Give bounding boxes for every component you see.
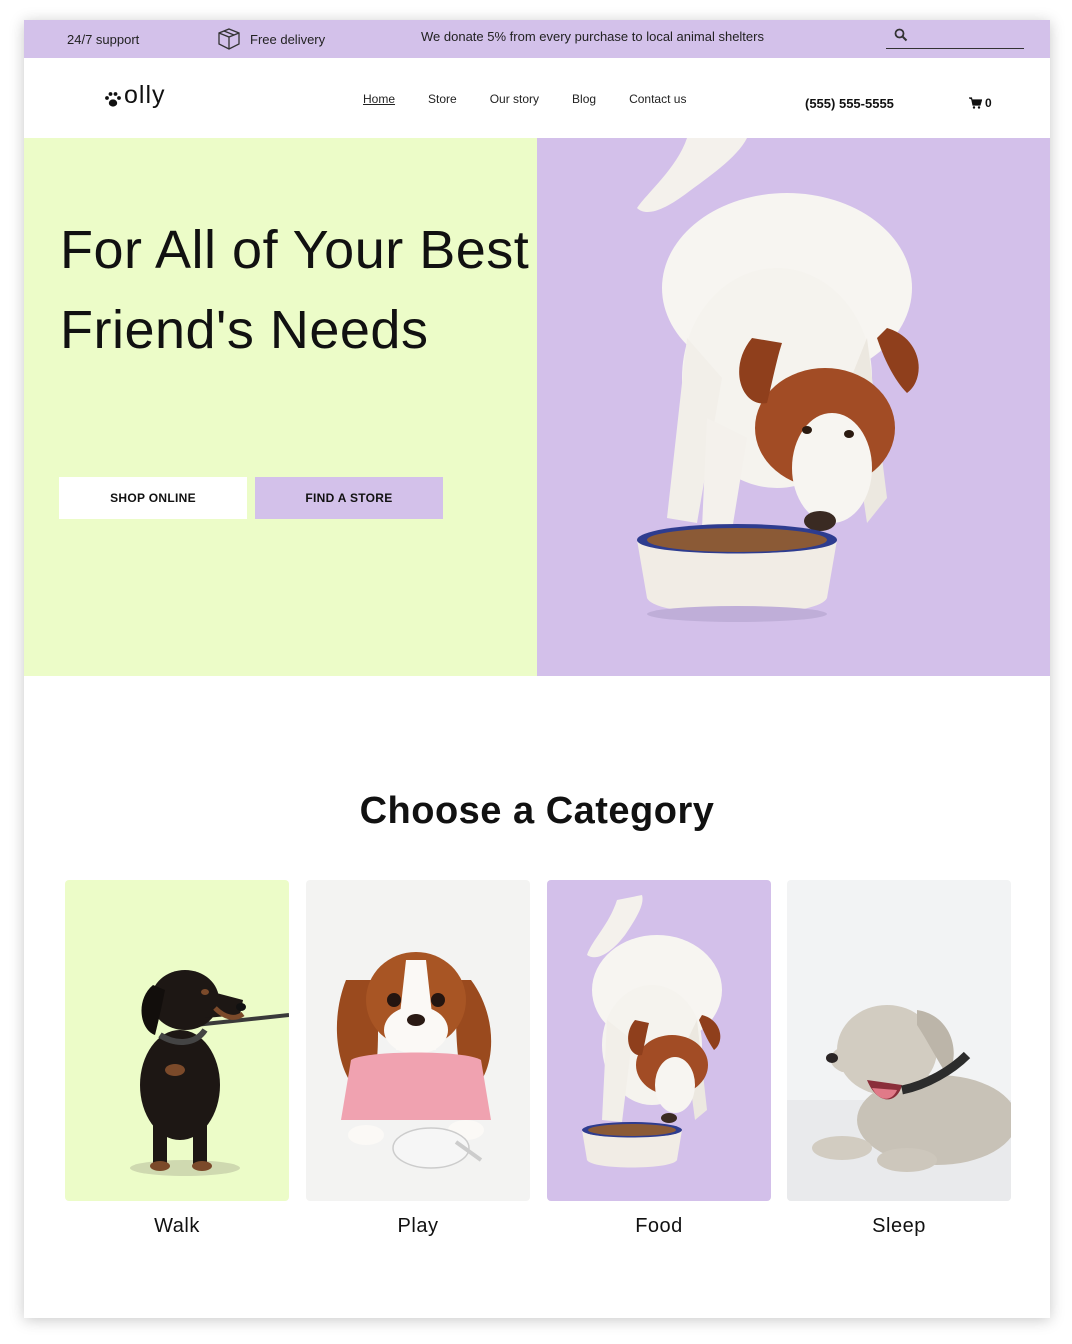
logo-text: olly bbox=[124, 81, 166, 109]
category-image-sleep[interactable] bbox=[787, 880, 1011, 1201]
category-label-food[interactable]: Food bbox=[547, 1215, 771, 1238]
category-image-play[interactable] bbox=[306, 880, 530, 1201]
nav-store[interactable]: Store bbox=[428, 92, 457, 106]
category-section-title: Choose a Category bbox=[359, 790, 715, 832]
cart-button[interactable]: 0 bbox=[969, 96, 992, 110]
hero-image bbox=[537, 138, 1050, 676]
category-card-sleep[interactable]: Sleep bbox=[787, 880, 1011, 1238]
delivery-info: Free delivery bbox=[216, 27, 325, 51]
cart-count: 0 bbox=[985, 96, 992, 110]
category-label-walk[interactable]: Walk bbox=[65, 1215, 289, 1238]
logo[interactable]: olly bbox=[102, 80, 166, 110]
category-label-sleep[interactable]: Sleep bbox=[787, 1215, 1011, 1238]
announcement-bar: 24/7 support Free delivery We donate 5% … bbox=[24, 20, 1050, 58]
nav-contact-us[interactable]: Contact us bbox=[629, 92, 686, 106]
donation-notice: We donate 5% from every purchase to loca… bbox=[421, 29, 764, 44]
search-box[interactable] bbox=[886, 26, 1024, 49]
cart-icon bbox=[969, 97, 982, 109]
category-image-walk[interactable] bbox=[65, 880, 289, 1201]
category-card-food[interactable]: Food bbox=[547, 880, 771, 1238]
paw-icon bbox=[102, 88, 124, 110]
box-icon bbox=[216, 27, 242, 51]
phone-number[interactable]: (555) 555-5555 bbox=[805, 96, 894, 111]
search-icon[interactable] bbox=[894, 28, 910, 44]
nav-our-story[interactable]: Our story bbox=[490, 92, 539, 106]
category-label-play[interactable]: Play bbox=[306, 1215, 530, 1238]
main-nav: Home Store Our story Blog Contact us bbox=[363, 92, 719, 106]
find-a-store-button[interactable]: FIND A STORE bbox=[255, 477, 443, 519]
shop-online-button[interactable]: SHOP ONLINE bbox=[59, 477, 247, 519]
search-input[interactable] bbox=[912, 26, 1022, 48]
delivery-text: Free delivery bbox=[250, 31, 326, 47]
nav-home[interactable]: Home bbox=[363, 92, 395, 106]
category-card-walk[interactable]: Walk bbox=[65, 880, 289, 1238]
support-text: 24/7 support bbox=[67, 32, 140, 47]
nav-blog[interactable]: Blog bbox=[572, 92, 596, 106]
hero-title: For All of Your Best Friend's Needs bbox=[60, 220, 530, 360]
category-card-play[interactable]: Play bbox=[306, 880, 530, 1238]
hero-panel: For All of Your Best Friend's Needs SHOP… bbox=[24, 138, 537, 676]
page-frame: 24/7 support Free delivery We donate 5% … bbox=[24, 20, 1050, 1318]
site-header: olly Home Store Our story Blog Contact u… bbox=[24, 58, 1050, 138]
category-image-food[interactable] bbox=[547, 880, 771, 1201]
